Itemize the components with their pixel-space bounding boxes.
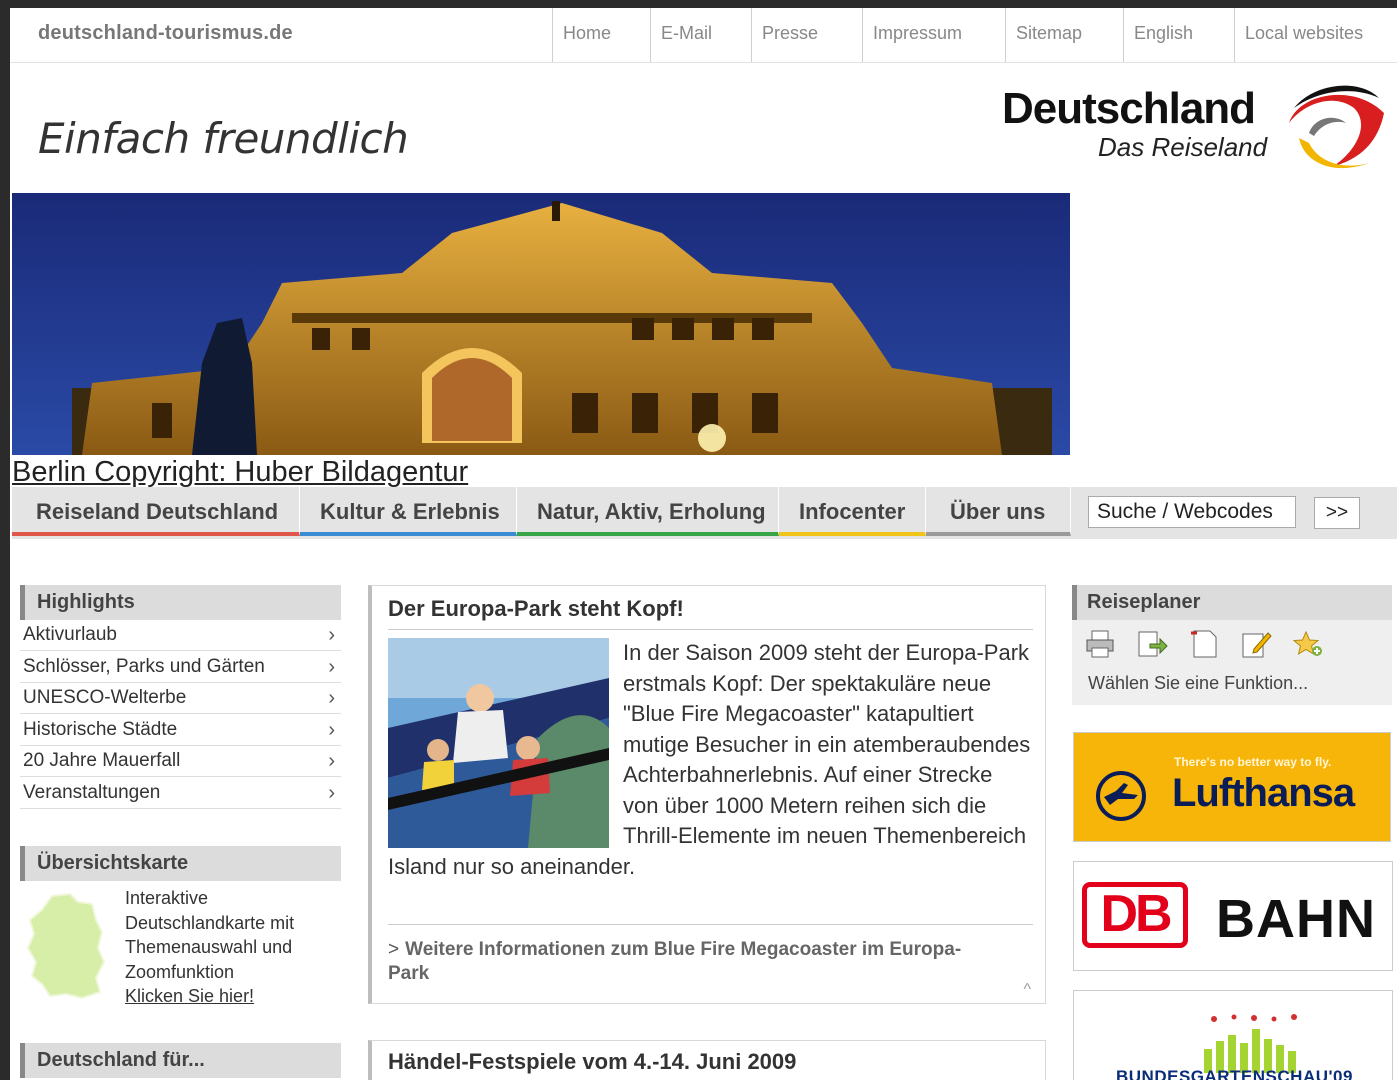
lufthansa-crane-icon — [1096, 771, 1146, 821]
search-input[interactable]: Suche / Webcodes — [1088, 496, 1296, 528]
deutschland-logo-icon[interactable] — [1274, 78, 1389, 178]
germany-map-icon[interactable] — [22, 892, 112, 1002]
chevron-right-icon: › — [328, 687, 335, 709]
divider — [388, 629, 1033, 630]
list-item-label: Aktivurlaub — [23, 624, 117, 645]
more-link-text: Weitere Informationen zum Blue Fire Mega… — [388, 939, 962, 984]
hero-image — [12, 193, 1070, 455]
db-logo: DB — [1082, 882, 1188, 948]
page: deutschland-tourismus.de Home E-Mail Pre… — [10, 8, 1397, 1080]
site-url[interactable]: deutschland-tourismus.de — [38, 22, 293, 45]
logo-subtitle: Das Reiseland — [1098, 132, 1268, 162]
highlight-unesco[interactable]: UNESCO-Welterbe › — [20, 684, 341, 714]
highlight-veranstaltungen[interactable]: Veranstaltungen › — [20, 779, 341, 809]
scroll-top-icon[interactable]: ^ — [1023, 981, 1031, 999]
chevron-right-icon: › — [328, 750, 335, 772]
chevron-right-icon: › — [328, 718, 335, 741]
slogan: Einfach freundlich — [38, 114, 409, 163]
highlights-list: Aktivurlaub › Schlösser, Parks und Gärten… — [20, 621, 341, 810]
topnav-impressum[interactable]: Impressum — [862, 8, 1005, 62]
highlight-historische-staedte[interactable]: Historische Städte › — [20, 716, 341, 746]
map-link[interactable]: Klicken Sie hier! — [125, 986, 254, 1006]
divider — [388, 924, 1033, 925]
chevron-right-icon: › — [328, 624, 335, 646]
edit-icon[interactable] — [1240, 629, 1272, 659]
chevron-right-icon: > — [388, 939, 400, 960]
logo-title[interactable]: Deutschland — [1002, 84, 1256, 134]
highlight-aktivurlaub[interactable]: Aktivurlaub › — [20, 621, 341, 651]
nav-natur-aktiv-erholung[interactable]: Natur, Aktiv, Erholung — [517, 487, 779, 536]
hero-caption[interactable]: Berlin Copyright: Huber Bildagentur — [12, 456, 468, 489]
add-favorite-icon[interactable] — [1292, 629, 1324, 659]
bundesgartenschau-name: BUNDESGARTENSCHAU'09 — [1116, 1067, 1353, 1080]
deutschland-fuer-header[interactable]: Deutschland für... — [20, 1043, 341, 1078]
topnav-email[interactable]: E-Mail — [650, 8, 751, 62]
article-more-link[interactable]: > Weitere Informationen zum Blue Fire Meg… — [388, 938, 988, 986]
article-body-wrap: In der Saison 2009 steht der Europa-Park… — [388, 638, 1033, 882]
lufthansa-name: Lufthansa — [1172, 771, 1355, 815]
skyline-icon — [1204, 1014, 1297, 1073]
list-item-label: Schlösser, Parks und Gärten — [23, 655, 265, 677]
lufthansa-tagline: There's no better way to fly. — [1174, 755, 1332, 769]
highlight-schloesser[interactable]: Schlösser, Parks und Gärten › — [20, 653, 341, 683]
topnav-english[interactable]: English — [1123, 8, 1234, 62]
nav-infocenter[interactable]: Infocenter — [779, 487, 926, 536]
top-bar: deutschland-tourismus.de Home E-Mail Pre… — [10, 8, 1397, 63]
article-title[interactable]: Händel-Festspiele vom 4.-14. Juni 2009 — [388, 1049, 796, 1075]
map-description: Interaktive Deutschlandkarte mit Themena… — [125, 886, 340, 1009]
list-item-label: Veranstaltungen — [23, 781, 161, 803]
article-haendel: Händel-Festspiele vom 4.-14. Juni 2009 — [368, 1040, 1046, 1080]
reiseplaner-toolbar — [1084, 629, 1324, 659]
list-item-label: Historische Städte — [23, 718, 178, 740]
reiseplaner-header: Reiseplaner — [1072, 585, 1392, 620]
top-nav: Home E-Mail Presse Impressum Sitemap Eng… — [552, 8, 1397, 62]
article-europa-park: Der Europa-Park steht Kopf! In der Saiso… — [368, 585, 1046, 1004]
topnav-presse[interactable]: Presse — [751, 8, 862, 62]
reiseplaner-box: Reiseplaner Wählen Sie eine Funktion... — [1072, 585, 1392, 705]
topnav-local-websites[interactable]: Local websites — [1234, 8, 1397, 62]
nav-reiseland-deutschland[interactable]: Reiseland Deutschland — [12, 487, 300, 536]
search-go-button[interactable]: >> — [1314, 497, 1360, 529]
uebersichtskarte-header: Übersichtskarte — [20, 846, 341, 881]
article-title[interactable]: Der Europa-Park steht Kopf! — [388, 596, 684, 622]
db-bahn-ad[interactable]: DB BAHN — [1073, 861, 1393, 971]
chevron-right-icon: › — [328, 655, 335, 678]
list-item-label: UNESCO-Welterbe — [23, 687, 187, 708]
bundesgartenschau-ad[interactable]: BUNDESGARTENSCHAU'09 — [1073, 990, 1393, 1080]
reiseplaner-hint: Wählen Sie eine Funktion... — [1088, 673, 1309, 693]
nav-ueber-uns[interactable]: Über uns — [926, 487, 1071, 536]
topnav-home[interactable]: Home — [552, 8, 650, 62]
topnav-sitemap[interactable]: Sitemap — [1005, 8, 1123, 62]
lufthansa-ad[interactable]: There's no better way to fly. Lufthansa — [1073, 732, 1391, 842]
export-icon[interactable] — [1136, 629, 1168, 659]
note-icon[interactable] — [1188, 629, 1220, 659]
nav-kultur-erlebnis[interactable]: Kultur & Erlebnis — [300, 487, 517, 536]
map-text: Interaktive Deutschlandkarte mit Themena… — [125, 888, 295, 982]
highlight-mauerfall[interactable]: 20 Jahre Mauerfall › — [20, 747, 341, 777]
chevron-right-icon: › — [328, 781, 335, 804]
highlights-header: Highlights — [20, 585, 341, 620]
list-item-label: 20 Jahre Mauerfall — [23, 750, 181, 771]
article-image[interactable] — [388, 638, 609, 848]
print-icon[interactable] — [1084, 629, 1116, 659]
db-name: BAHN — [1216, 889, 1376, 949]
